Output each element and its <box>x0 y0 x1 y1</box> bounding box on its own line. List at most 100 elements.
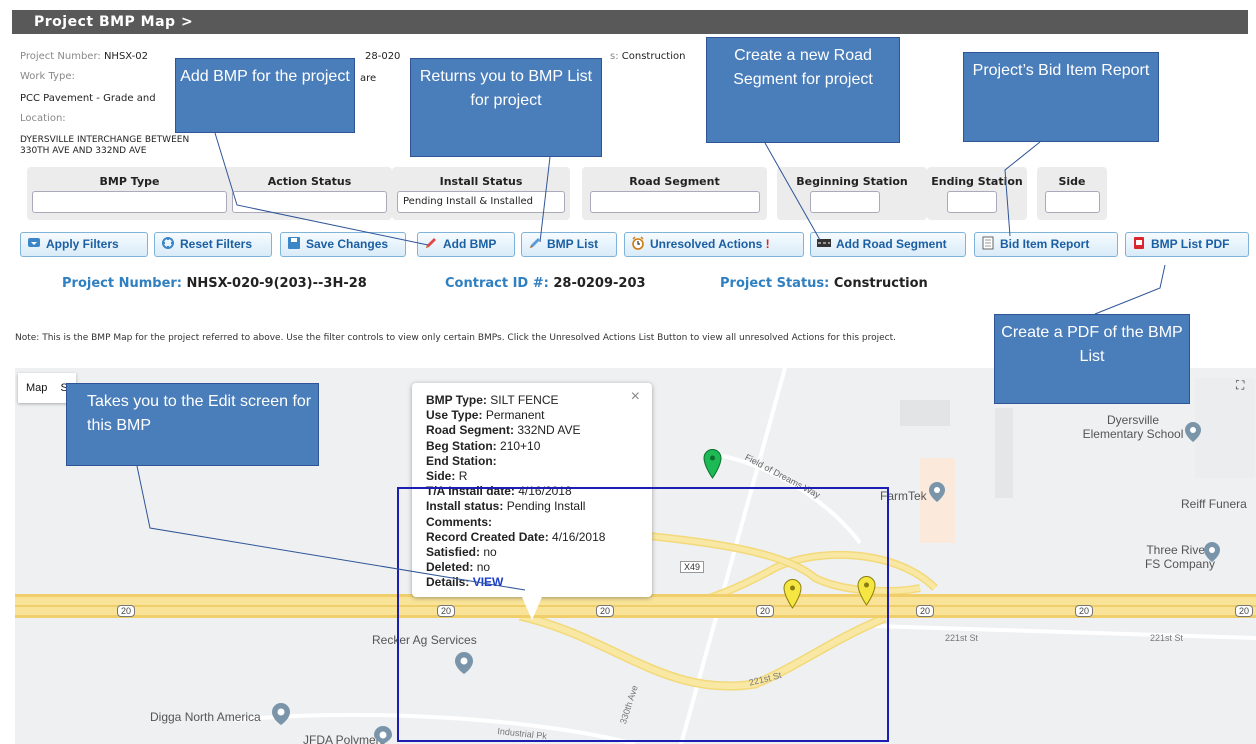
map-label-221st-a: 221st St <box>945 633 979 643</box>
bmp-list-pdf-label: BMP List PDF <box>1151 237 1230 251</box>
work-type-partial: are <box>360 73 377 84</box>
filter-road-segment: Road Segment <box>582 167 767 220</box>
map-label-reiff: Reiff Funera <box>1181 497 1247 511</box>
map-note: Note: This is the BMP Map for the projec… <box>15 333 896 343</box>
popup-road-segment-label: Road Segment: <box>426 423 515 438</box>
save-changes-button[interactable]: Save Changes <box>280 232 406 257</box>
popup-bmp-type: SILT FENCE <box>490 393 559 407</box>
bmp-list-button[interactable]: BMP List <box>521 232 617 257</box>
bid-item-report-button[interactable]: Bid Item Report <box>974 232 1118 257</box>
bmp-list-pdf-button[interactable]: BMP List PDF <box>1125 232 1249 257</box>
apply-filters-button[interactable]: Apply Filters <box>20 232 148 257</box>
summary-project-status: Project Status: Construction <box>720 276 928 291</box>
filter-action-status-label: Action Status <box>267 175 352 188</box>
save-changes-label: Save Changes <box>306 237 389 251</box>
unresolved-actions-label: Unresolved Actions <box>650 237 763 251</box>
filter-ending-station: Ending Station <box>927 167 1027 220</box>
close-icon[interactable]: × <box>631 388 640 404</box>
route-20-shield: 20 <box>1075 605 1094 617</box>
filter-ending-station-input[interactable] <box>947 191 997 213</box>
summary-contract-id: Contract ID #: 28-0209-203 <box>445 276 646 291</box>
bid-item-report-label: Bid Item Report <box>1000 237 1090 251</box>
summary-project-number: Project Number: NHSX-020-9(203)--3H-28 <box>62 276 367 291</box>
reset-icon <box>162 237 174 249</box>
page-title: Project BMP Map > <box>12 10 1248 34</box>
alarm-clock-icon <box>632 236 644 250</box>
contract-meta-partial: 28-020 <box>365 51 401 62</box>
pdf-file-icon <box>1134 237 1144 249</box>
map-label-digga: Digga North America <box>150 710 261 724</box>
page-root: Project BMP Map > Project Number: NHSX-0… <box>0 0 1256 744</box>
popup-row-end-station: End Station: <box>426 454 652 469</box>
popup-row-use-type: Use Type: Permanent <box>426 408 652 423</box>
popup-row-beg-station: Beg Station: 210+10 <box>426 439 652 454</box>
popup-row-side: Side: R <box>426 469 652 484</box>
filter-side-input[interactable] <box>1045 191 1100 213</box>
unresolved-actions-button[interactable]: Unresolved Actions ! <box>624 232 804 257</box>
add-road-segment-label: Add Road Segment <box>836 237 947 251</box>
summary-contract-label: Contract ID #: <box>445 276 549 291</box>
map-type-map[interactable]: Map <box>26 382 47 394</box>
filter-icon <box>28 238 40 247</box>
summary-status-value: Construction <box>833 276 928 291</box>
popup-side: R <box>458 469 468 484</box>
popup-use-type: Permanent <box>485 408 545 423</box>
filter-beginning-station: Beginning Station <box>777 167 927 220</box>
floppy-disk-icon <box>288 237 300 249</box>
map-label-221st-b: 221st St <box>1150 633 1184 643</box>
work-type-value: PCC Pavement - Grade and <box>20 93 156 104</box>
add-road-segment-button[interactable]: Add Road Segment <box>810 232 966 257</box>
location-line2: 330TH AVE AND 332ND AVE <box>20 146 147 156</box>
location-line1: DYERSVILLE INTERCHANGE BETWEEN <box>20 135 190 145</box>
popup-row-bmp-type: BMP Type: SILT FENCE <box>426 393 652 408</box>
callout-add-bmp: Add BMP for the project <box>175 58 355 133</box>
location-label: Location: <box>20 113 66 124</box>
callout-bid-item: Project’s Bid Item Report <box>963 52 1159 142</box>
fullscreen-icon[interactable]: ⛶ <box>1236 378 1244 393</box>
filter-bmp-type-input[interactable] <box>32 191 227 213</box>
route-20-shield: 20 <box>916 605 935 617</box>
leader-pdf <box>1094 264 1166 315</box>
summary-project-number-value: NHSX-020-9(203)--3H-28 <box>186 276 367 291</box>
popup-bmp-type-label: BMP Type: <box>426 393 487 407</box>
filter-install-status: Install Status Pending Install & Install… <box>392 167 570 220</box>
filter-bmp-type-label: BMP Type <box>99 175 160 188</box>
reset-filters-button[interactable]: Reset Filters <box>154 232 272 257</box>
status-meta-value: Construction <box>621 51 686 62</box>
selection-rectangle <box>397 487 889 742</box>
filter-road-segment-input[interactable] <box>590 191 760 213</box>
popup-side-label: Side: <box>426 469 456 484</box>
unresolved-warning-mark: ! <box>765 237 770 251</box>
notepad-icon <box>982 236 994 250</box>
filter-action-status-input[interactable] <box>232 191 387 213</box>
status-meta: s: Construction <box>610 51 685 62</box>
callout-bmp-list: Returns you to BMP List for project <box>410 58 602 157</box>
callout-road-segment: Create a new Road Segment for project <box>706 37 900 143</box>
work-type-label: Work Type: <box>20 71 75 82</box>
add-bmp-button[interactable]: Add BMP <box>417 232 515 257</box>
apply-filters-label: Apply Filters <box>46 237 119 251</box>
project-number-meta: Project Number: NHSX-02 <box>20 51 148 62</box>
map-label-jfda: JFDA Polymers <box>303 733 386 744</box>
summary-status-label: Project Status: <box>720 276 830 291</box>
callout-pdf: Create a PDF of the BMP List <box>994 314 1190 404</box>
popup-road-segment: 332ND AVE <box>517 423 581 438</box>
project-number-meta-value: NHSX-02 <box>103 51 148 62</box>
filter-bmp-type: BMP Type <box>27 167 232 220</box>
filter-install-status-input[interactable]: Pending Install & Installed <box>397 191 565 213</box>
popup-end-station-label: End Station: <box>426 453 497 468</box>
filter-beginning-station-input[interactable] <box>810 191 880 213</box>
add-bmp-label: Add BMP <box>443 237 497 251</box>
filter-beginning-station-label: Beginning Station <box>796 175 908 188</box>
route-20-shield: 20 <box>1235 605 1254 617</box>
summary-project-number-label: Project Number: <box>62 276 183 291</box>
filter-side: Side <box>1037 167 1107 220</box>
pencil-add-icon <box>426 238 436 248</box>
popup-use-type-label: Use Type: <box>426 408 483 423</box>
filter-install-status-label: Install Status <box>439 175 523 188</box>
callout-edit: Takes you to the Edit screen for this BM… <box>66 383 319 466</box>
filter-action-status: Action Status <box>227 167 392 220</box>
road-icon <box>817 239 831 247</box>
filter-ending-station-label: Ending Station <box>931 175 1023 188</box>
reset-filters-label: Reset Filters <box>180 237 253 251</box>
